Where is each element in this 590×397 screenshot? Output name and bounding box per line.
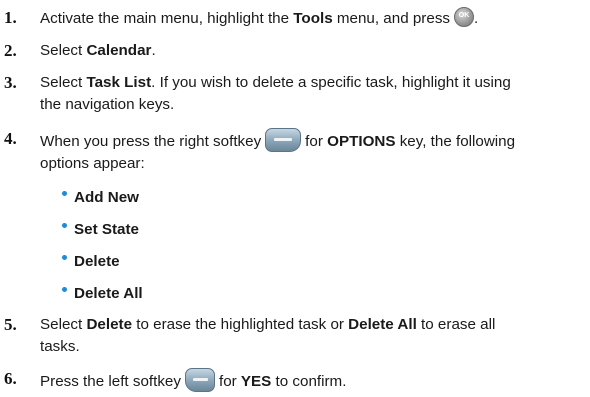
bullet-icon	[62, 287, 67, 292]
option-item-delete: Delete	[62, 251, 120, 273]
yes-label: YES	[240, 373, 272, 390]
option-item-add-new: Add New	[62, 187, 139, 209]
task-list-label: Task List	[86, 74, 152, 91]
bullet-icon	[62, 255, 67, 260]
step-number: 5.	[4, 315, 17, 334]
left-softkey-icon	[184, 368, 215, 392]
step-number: 3.	[4, 73, 17, 92]
option-item-delete-all: Delete All	[62, 283, 143, 305]
step-text: Press the left softkey for YES to confirm…	[40, 368, 585, 393]
bullet-icon	[62, 223, 67, 228]
step-text: Activate the main menu, highlight the To…	[40, 7, 585, 30]
step-number: 6.	[4, 369, 17, 388]
delete-label: Delete	[86, 316, 133, 333]
bullet-icon	[62, 191, 67, 196]
ok-key-icon: OK	[454, 7, 475, 27]
instruction-page: 1. Activate the main menu, highlight the…	[0, 0, 590, 397]
step-text: Select Task List. If you wish to delete …	[40, 74, 511, 113]
step-text: Select Calendar.	[40, 42, 156, 59]
step-text: When you press the right softkey for OPTI…	[40, 128, 585, 175]
step-text: Select Delete to erase the highlighted t…	[40, 316, 496, 355]
step-number: 1.	[4, 8, 17, 27]
tools-menu-label: Tools	[293, 10, 333, 27]
right-softkey-icon	[265, 128, 302, 152]
calendar-label: Calendar	[86, 42, 152, 59]
step-number: 4.	[4, 129, 17, 148]
options-label: OPTIONS	[327, 133, 396, 150]
option-item-set-state: Set State	[62, 219, 139, 241]
step-number: 2.	[4, 41, 17, 60]
delete-all-label: Delete All	[348, 316, 417, 333]
